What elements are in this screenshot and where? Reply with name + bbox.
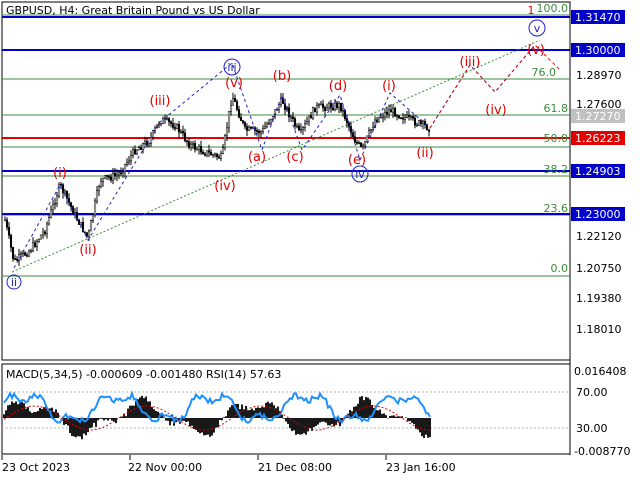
svg-text:1.23000: 1.23000	[575, 208, 621, 221]
wave-red-v-1: (v)	[225, 76, 243, 91]
svg-text:1.31470: 1.31470	[575, 11, 621, 24]
svg-text:1.27270: 1.27270	[575, 110, 621, 123]
svg-text:1.26223: 1.26223	[575, 132, 621, 145]
svg-text:22 Nov 00:00: 22 Nov 00:00	[128, 461, 202, 474]
wave-red-ii-1: (ii)	[79, 243, 96, 258]
svg-text:61.8: 61.8	[544, 102, 569, 115]
wave-blue-ii: ii	[11, 276, 17, 289]
svg-text:1.19380: 1.19380	[576, 292, 622, 305]
wave-blue-v: v	[534, 22, 541, 35]
svg-text:100.0: 100.0	[537, 2, 569, 15]
wave-red-i-1: (i)	[53, 166, 67, 181]
svg-text:70.00: 70.00	[576, 386, 608, 399]
indicator-axis: 0.016408 70.00 30.00 -0.008770	[574, 365, 630, 458]
price-badges: 1.31470 1.30000 1.27270 1.26223 1.24903 …	[571, 10, 625, 221]
wave-red-c: (c)	[286, 150, 303, 165]
price-pane[interactable]	[2, 2, 570, 360]
svg-text:1.24903: 1.24903	[575, 165, 621, 178]
wave-red-a: (a)	[248, 150, 266, 165]
svg-text:23.6: 23.6	[544, 202, 569, 215]
wave-blue-iii: iii	[227, 61, 236, 74]
svg-text:30.00: 30.00	[576, 422, 608, 435]
svg-text:1.20750: 1.20750	[576, 262, 622, 275]
svg-text:21 Dec 08:00: 21 Dec 08:00	[258, 461, 332, 474]
wave-red-iii-1: (iii)	[150, 94, 171, 109]
trading-chart[interactable]: ii iii iv v (i) (ii) (iii) (iv) (v) (i) …	[0, 0, 640, 480]
wave-blue-iv: iv	[355, 168, 365, 181]
wave-red-d: (d)	[329, 79, 347, 94]
wave-red-i-2: (i)	[382, 79, 396, 94]
svg-text:50.0: 50.0	[544, 132, 569, 145]
svg-text:23 Jan 16:00: 23 Jan 16:00	[386, 461, 456, 474]
wave-red-iv-2: (iv)	[485, 103, 506, 118]
svg-text:38.2: 38.2	[544, 163, 569, 176]
svg-text:0.016408: 0.016408	[574, 365, 627, 378]
wave-red-iii-2: (iii)	[460, 55, 481, 70]
svg-text:1.28970: 1.28970	[576, 69, 622, 82]
svg-text:76.0: 76.0	[532, 66, 557, 79]
svg-text:1.30000: 1.30000	[575, 44, 621, 57]
svg-text:0.0: 0.0	[551, 262, 569, 275]
wave-red-v-2: (v)	[527, 43, 545, 58]
svg-text:1.22120: 1.22120	[576, 230, 622, 243]
svg-text:23 Oct 2023: 23 Oct 2023	[2, 461, 70, 474]
svg-text:-0.008770: -0.008770	[574, 445, 630, 458]
time-axis: 23 Oct 2023 22 Nov 00:00 21 Dec 08:00 23…	[2, 455, 456, 474]
wave-marker-1: 1	[528, 4, 535, 17]
svg-text:1.18010: 1.18010	[576, 323, 622, 336]
wave-red-ii-2: (ii)	[416, 146, 433, 161]
wave-red-e: (e)	[348, 153, 366, 168]
indicator-title: MACD(5,34,5) -0.000609 -0.001480 RSI(14)…	[6, 368, 281, 381]
wave-red-iv-1: (iv)	[214, 179, 235, 194]
wave-red-b: (b)	[273, 69, 291, 84]
chart-title: GBPUSD, H4: Great Britain Pound vs US Do…	[6, 4, 260, 17]
